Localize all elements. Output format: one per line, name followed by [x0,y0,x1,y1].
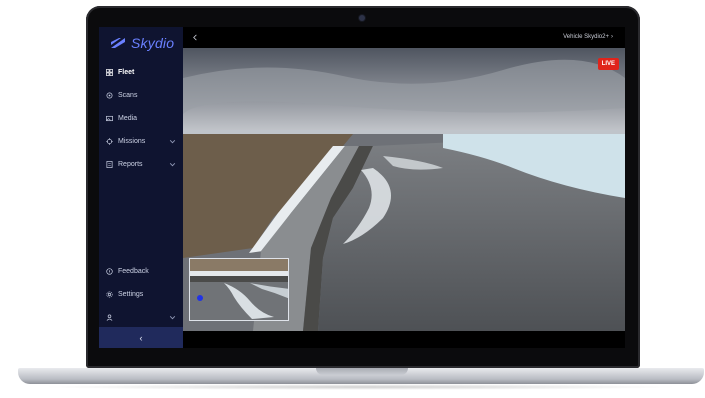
sidebar-item-label: Reports [118,160,143,168]
sidebar-item-label: Settings [118,290,144,298]
vehicle-selector[interactable]: Vehicle Skydio2+ › [563,34,613,40]
sidebar: Skydio Fleet Scans Media Missions Report… [99,27,183,348]
fleet-icon [106,68,113,76]
reports-icon [106,160,113,168]
minimap-view [190,259,288,320]
vehicle-name: Vehicle Skydio2+ [563,34,609,40]
minimap[interactable] [189,258,289,321]
drone-position-marker [197,295,203,301]
skydio-logo-icon [111,38,125,48]
scans-icon [106,92,113,98]
laptop-hinge-notch [316,368,408,375]
brand-logo[interactable]: Skydio [109,35,174,51]
missions-icon [106,137,113,145]
back-arrow-icon[interactable] [192,34,199,41]
sidebar-item-label: Fleet [118,68,135,76]
sidebar-item-label: Feedback [118,267,149,275]
sidebar-item-scans[interactable]: Scans [106,89,178,101]
settings-icon [106,290,113,298]
brand-name: Skydio [131,35,175,51]
collapse-sidebar-button[interactable]: ‹ [99,327,183,348]
sidebar-item-media[interactable]: Media [106,112,178,124]
sidebar-item-feedback[interactable]: Feedback [106,265,178,277]
sidebar-item-user[interactable] [106,311,178,323]
chevron-down-icon [169,316,176,320]
live-video-feed[interactable]: LIVE [183,48,625,331]
app-screen: Skydio Fleet Scans Media Missions Report… [99,27,625,348]
screen-bottom-bar [183,331,625,348]
chevron-right-icon: › [611,34,613,40]
laptop-shadow [40,384,680,390]
user-icon [106,314,113,321]
sidebar-item-fleet[interactable]: Fleet [106,66,178,78]
live-badge: LIVE [597,58,619,70]
top-bar: Vehicle Skydio2+ › [183,27,625,48]
chevron-down-icon [169,140,176,144]
feedback-icon [106,267,113,275]
media-icon [106,115,113,121]
sidebar-item-reports[interactable]: Reports [106,158,178,170]
sidebar-item-label: Media [118,114,138,122]
sidebar-item-label: Missions [118,137,146,145]
sidebar-item-label: Scans [118,91,138,99]
sidebar-item-missions[interactable]: Missions [106,135,178,147]
chevron-left-icon: ‹ [139,332,143,343]
chevron-down-icon [169,163,176,167]
sidebar-item-settings[interactable]: Settings [106,288,178,300]
webcam-icon [359,15,365,21]
